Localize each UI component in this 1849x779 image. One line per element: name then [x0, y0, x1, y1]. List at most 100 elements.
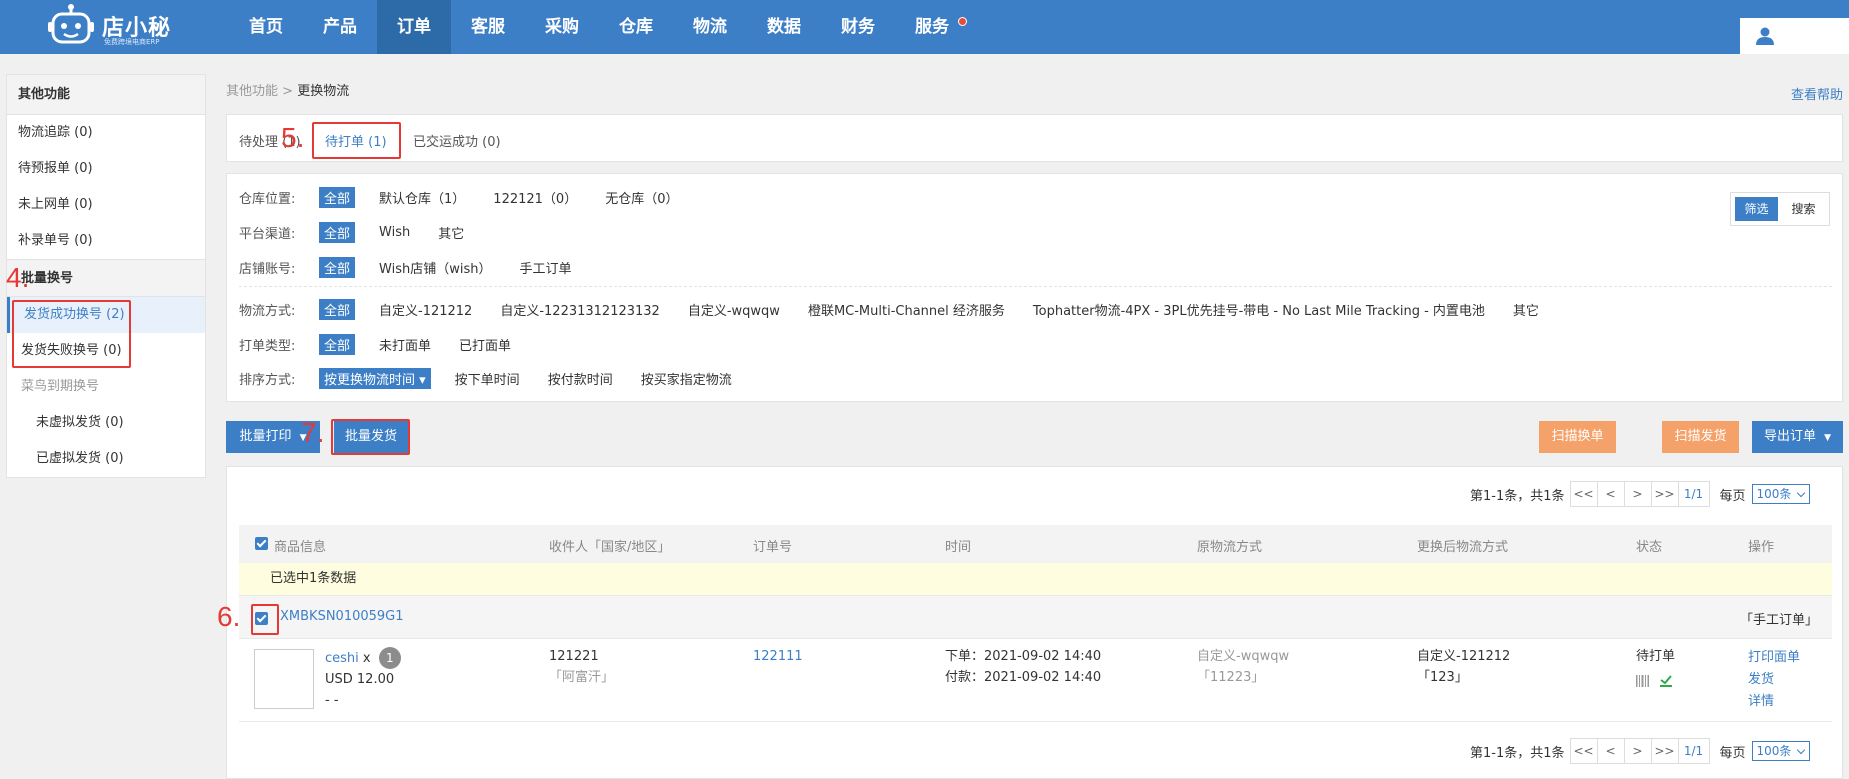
filter-label: 店铺账号: [239, 262, 296, 277]
nav-customer-service[interactable]: 客服 [451, 0, 525, 54]
first-page-button[interactable]: << [1569, 481, 1598, 507]
orig-tracking-no: 「11223」 [1197, 670, 1265, 685]
first-page-button[interactable]: << [1569, 738, 1598, 764]
per-page-select[interactable]: 100条 [1751, 484, 1810, 504]
filter-option[interactable]: 自定义-12231312123132 [500, 300, 660, 319]
nav-orders[interactable]: 订单 [377, 0, 451, 54]
last-page-button[interactable]: >> [1650, 738, 1679, 764]
pagination-bottom: 第1-1条，共1条 << < > >> 1/1 每页 100条 [1470, 738, 1810, 764]
filter-option[interactable]: 自定义-121212 [379, 300, 472, 319]
filter-option[interactable]: 122121（0） [493, 188, 577, 207]
filter-option[interactable]: 默认仓库（1） [379, 188, 465, 207]
breadcrumb-parent[interactable]: 其他功能 [226, 84, 278, 99]
filter-option[interactable]: 其它 [1513, 300, 1539, 319]
filter-option-all[interactable]: 全部 [319, 334, 356, 355]
tab-handover-success[interactable]: 已交运成功 (0) [413, 131, 501, 150]
quantity-badge: 1 [378, 647, 401, 669]
filter-row-warehouse: 仓库位置: 全部 默认仓库（1） 122121（0） 无仓库（0） [239, 187, 706, 208]
sidebar-item-cainiao-expiry[interactable]: 菜鸟到期换号 [7, 369, 205, 405]
next-page-button[interactable]: > [1623, 738, 1652, 764]
annotation-number-5: 5. [281, 122, 305, 153]
prev-page-button[interactable]: < [1596, 738, 1625, 764]
prev-page-button[interactable]: < [1596, 481, 1625, 507]
nav-home[interactable]: 首页 [229, 0, 303, 54]
filter-option[interactable]: Tophatter物流-4PX - 3PL优先挂号-带电 - No Last M… [1033, 300, 1485, 319]
sort-option[interactable]: 按付款时间 [548, 369, 613, 388]
table-row: ceshi x 1 USD 12.00 - - 121221 「阿富汗」 122… [239, 639, 1832, 722]
sort-option-swap-time[interactable]: 按更换物流时间 ▾ [319, 368, 431, 389]
recipient-country: 「阿富汗」 [549, 670, 615, 685]
filter-option[interactable]: 未打面单 [379, 335, 431, 354]
sidebar-item-supplement-number[interactable]: 补录单号 (0) [7, 223, 205, 259]
per-page-label: 每页 [1719, 745, 1746, 761]
nav-data[interactable]: 数据 [747, 0, 821, 54]
filter-option[interactable]: 无仓库（0） [605, 188, 678, 207]
sidebar-item-virtual-shipped[interactable]: 已虚拟发货 (0) [7, 441, 205, 477]
nav-services[interactable]: 服务 [895, 0, 969, 54]
product-thumbnail[interactable] [254, 649, 314, 709]
user-menu[interactable] [1740, 18, 1849, 54]
recipient-info: 121221 「阿富汗」 [549, 646, 614, 688]
last-page-button[interactable]: >> [1650, 481, 1679, 507]
nav-finance[interactable]: 财务 [821, 0, 895, 54]
filter-option[interactable]: 其它 [438, 223, 464, 242]
status-icons [1636, 673, 1675, 694]
filter-option-all[interactable]: 全部 [319, 187, 356, 208]
sidebar: 其他功能 物流追踪 (0) 待预报单 (0) 未上网单 (0) 补录单号 (0)… [6, 74, 206, 478]
scan-ship-button[interactable]: 扫描发货 [1662, 421, 1739, 453]
top-navbar: 店小秘 免费跨境电商ERP 首页 产品 订单 客服 采购 仓库 物流 数据 财务… [0, 0, 1849, 54]
per-page-select[interactable]: 100条 [1751, 741, 1810, 761]
order-number-link[interactable]: 122111 [753, 646, 803, 667]
details-link[interactable]: 详情 [1748, 691, 1800, 713]
sidebar-item-tracking[interactable]: 物流追踪 (0) [7, 115, 205, 151]
nav-products[interactable]: 产品 [303, 0, 377, 54]
per-page-label: 每页 [1719, 488, 1746, 504]
sidebar-item-not-online[interactable]: 未上网单 (0) [7, 187, 205, 223]
sidebar-item-pending-forecast[interactable]: 待预报单 (0) [7, 151, 205, 187]
scan-swap-button[interactable]: 扫描换单 [1539, 421, 1616, 453]
nav-logistics[interactable]: 物流 [673, 0, 747, 54]
search-toggle-button[interactable]: 搜索 [1782, 197, 1825, 221]
filter-option[interactable]: Wish店铺（wish） [379, 258, 491, 277]
filter-option-all[interactable]: 全部 [319, 299, 356, 320]
next-page-button[interactable]: > [1623, 481, 1652, 507]
annotation-box-5 [312, 122, 401, 159]
sidebar-item-not-virtual-shipped[interactable]: 未虚拟发货 (0) [7, 405, 205, 441]
filter-row-print-type: 打单类型: 全部 未打面单 已打面单 [239, 334, 539, 355]
sort-option[interactable]: 按买家指定物流 [641, 369, 732, 388]
product-extra: - - [325, 693, 339, 708]
pagination-top: 第1-1条，共1条 << < > >> 1/1 每页 100条 [1470, 481, 1810, 507]
filter-option[interactable]: 手工订单 [519, 258, 571, 277]
product-info: ceshi x 1 USD 12.00 - - [325, 647, 401, 711]
nav-services-label: 服务 [915, 17, 949, 37]
filter-option[interactable]: Wish [379, 225, 410, 240]
product-name-link[interactable]: ceshi [325, 651, 359, 666]
new-logistics-info: 自定义-121212 「123」 [1417, 646, 1510, 688]
ship-link[interactable]: 发货 [1748, 669, 1800, 691]
print-label-link[interactable]: 打印面单 [1748, 647, 1800, 669]
select-all-checkbox[interactable] [255, 536, 268, 551]
nav-warehouse[interactable]: 仓库 [599, 0, 673, 54]
user-icon [1756, 27, 1774, 45]
order-sku-link[interactable]: XMBKSN010059G1 [280, 609, 404, 624]
filter-option[interactable]: 自定义-wqwqw [688, 300, 780, 319]
filter-option-all[interactable]: 全部 [319, 222, 356, 243]
product-price: USD 12.00 [325, 672, 395, 687]
filter-option[interactable]: 已打面单 [459, 335, 511, 354]
sort-option[interactable]: 按下单时间 [455, 369, 520, 388]
checkbox-checked-icon [255, 537, 268, 550]
filter-option-all[interactable]: 全部 [319, 257, 356, 278]
help-link[interactable]: 查看帮助 [1791, 84, 1843, 103]
sidebar-group-batch-swap: 批量换号 [7, 259, 205, 297]
filter-option[interactable]: 橙联MC-Multi-Channel 经济服务 [808, 300, 1005, 319]
notification-dot [958, 17, 967, 26]
annotation-number-7: 7. [301, 417, 325, 448]
nav-purchase[interactable]: 采购 [525, 0, 599, 54]
filter-row-sort: 排序方式: 按更换物流时间 ▾ 按下单时间 按付款时间 按买家指定物流 [239, 368, 760, 389]
logo[interactable]: 店小秘 免费跨境电商ERP [48, 2, 228, 50]
order-status: 待打单 [1636, 649, 1676, 664]
col-time: 时间 [945, 540, 972, 555]
filter-toggle-button[interactable]: 筛选 [1735, 197, 1778, 221]
export-orders-button[interactable]: 导出订单 ▼ [1752, 421, 1843, 453]
filter-label: 平台渠道: [239, 227, 296, 242]
